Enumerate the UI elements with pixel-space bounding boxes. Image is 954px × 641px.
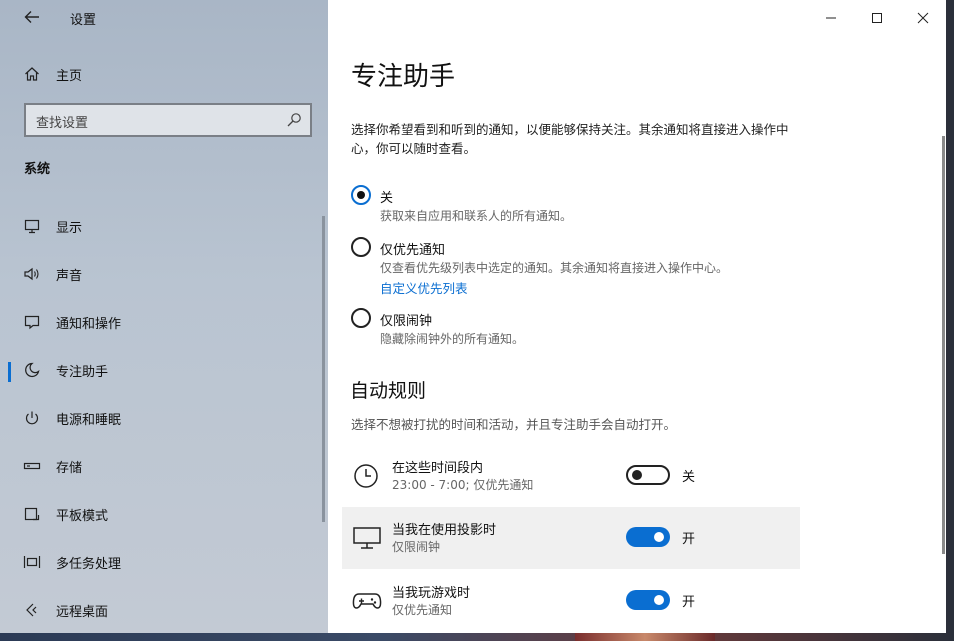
- option-label-alarms: 仅限闹钟: [380, 314, 433, 329]
- page-title: 专注助手: [351, 62, 456, 92]
- maximize-icon: [872, 13, 882, 23]
- sidebar-item-tablet-mode[interactable]: 平板模式: [0, 494, 328, 534]
- sidebar-item-sound[interactable]: 声音: [0, 254, 328, 294]
- option-label-off: 关: [380, 191, 394, 206]
- sidebar-item-label: 多任务处理: [56, 556, 122, 572]
- settings-window: 设置 主页 查找设置 系统 显示 声音 通知和操作 专注助手 电源和睡眠 存储 …: [0, 0, 946, 633]
- back-button[interactable]: [18, 5, 46, 29]
- app-title: 设置: [70, 13, 97, 28]
- sidebar-item-home[interactable]: 主页: [0, 54, 328, 94]
- storage-icon: [22, 456, 42, 476]
- auto-rules-description: 选择不想被打扰的时间和活动，并且专注助手会自动打开。: [351, 417, 677, 432]
- option-label-priority: 仅优先通知: [380, 243, 446, 258]
- search-placeholder: 查找设置: [36, 116, 89, 131]
- sidebar-item-storage[interactable]: 存储: [0, 446, 328, 486]
- home-icon: [22, 64, 42, 84]
- toggle-state: 开: [682, 532, 696, 547]
- rule-subtitle: 23:00 - 7:00; 仅优先通知: [392, 478, 534, 492]
- sidebar-item-label: 通知和操作: [56, 316, 122, 332]
- sidebar-item-label: 电源和睡眠: [56, 412, 122, 428]
- rule-subtitle: 仅优先通知: [392, 603, 453, 617]
- minimize-icon: [826, 17, 836, 19]
- rule-gaming-toggle[interactable]: [626, 590, 670, 610]
- speaker-icon: [22, 264, 42, 284]
- toggle-state: 关: [682, 470, 696, 485]
- rule-subtitle: 仅限闹钟: [392, 540, 441, 554]
- rule-projection-toggle[interactable]: [626, 527, 670, 547]
- sidebar-item-label: 存储: [56, 460, 83, 476]
- radio-priority-only[interactable]: [351, 237, 373, 259]
- sidebar-item-display[interactable]: 显示: [0, 206, 328, 246]
- sidebar-item-label: 专注助手: [56, 364, 109, 380]
- customize-priority-link[interactable]: 自定义优先列表: [380, 278, 468, 297]
- multitask-icon: [22, 552, 42, 572]
- main-content: 专注助手 选择你希望看到和听到的通知，以便能够保持关注。其余通知将直接进入操作中…: [328, 0, 946, 633]
- sidebar-scrollbar[interactable]: [322, 216, 325, 522]
- moon-icon: [22, 360, 42, 380]
- search-icon: [287, 113, 301, 127]
- clock-icon: [354, 464, 378, 488]
- monitor-icon: [22, 216, 42, 236]
- rule-title: 当我在使用投影时: [392, 523, 497, 538]
- minimize-button[interactable]: [808, 4, 854, 32]
- option-sub-priority: 仅查看优先级列表中选定的通知。其余通知将直接进入操作中心。: [380, 261, 729, 275]
- sidebar-item-label: 主页: [56, 68, 83, 84]
- remote-desktop-icon: [22, 600, 42, 620]
- sidebar-item-label: 显示: [56, 220, 83, 236]
- close-button[interactable]: [900, 4, 946, 32]
- option-sub-alarms: 隐藏除闹钟外的所有通知。: [380, 332, 525, 346]
- notification-icon: [22, 312, 42, 332]
- auto-rules-heading: 自动规则: [350, 380, 427, 402]
- rule-row-gaming[interactable]: 当我玩游戏时 仅优先通知 开: [342, 570, 800, 632]
- rule-time-toggle[interactable]: [626, 465, 670, 485]
- section-header: 系统: [24, 162, 51, 177]
- projector-icon: [353, 527, 381, 549]
- sidebar-item-multitasking[interactable]: 多任务处理: [0, 542, 328, 582]
- option-sub-off: 获取来自应用和联系人的所有通知。: [380, 209, 573, 223]
- rule-title: 当我玩游戏时: [392, 586, 471, 601]
- page-description: 选择你希望看到和听到的通知，以便能够保持关注。其余通知将直接进入操作中心，你可以…: [351, 122, 789, 156]
- title-bar: 设置: [0, 0, 328, 36]
- gamepad-icon: [352, 593, 382, 609]
- rule-title: 在这些时间段内: [392, 461, 484, 476]
- rule-row-time[interactable]: 在这些时间段内 23:00 - 7:00; 仅优先通知 关: [342, 445, 800, 507]
- sidebar-item-remote-desktop[interactable]: 远程桌面: [0, 590, 328, 630]
- sidebar-item-notifications[interactable]: 通知和操作: [0, 302, 328, 342]
- radio-alarms-only[interactable]: [351, 308, 373, 330]
- tablet-icon: [22, 504, 42, 524]
- main-scrollbar[interactable]: [942, 136, 945, 554]
- rule-row-projection[interactable]: 当我在使用投影时 仅限闹钟 开: [342, 507, 800, 569]
- sidebar: 设置 主页 查找设置 系统 显示 声音 通知和操作 专注助手 电源和睡眠 存储 …: [0, 0, 328, 633]
- search-input[interactable]: 查找设置: [24, 103, 312, 137]
- radio-off[interactable]: [351, 185, 373, 207]
- toggle-state: 开: [682, 595, 696, 610]
- sidebar-item-label: 声音: [56, 268, 83, 284]
- maximize-button[interactable]: [854, 4, 900, 32]
- sidebar-item-focus-assist[interactable]: 专注助手: [0, 350, 328, 390]
- sidebar-item-label: 平板模式: [56, 508, 109, 524]
- sidebar-item-power[interactable]: 电源和睡眠: [0, 398, 328, 438]
- sidebar-item-label: 远程桌面: [56, 604, 109, 620]
- power-icon: [22, 408, 42, 428]
- close-icon: [917, 12, 929, 24]
- back-arrow-icon: [24, 11, 39, 23]
